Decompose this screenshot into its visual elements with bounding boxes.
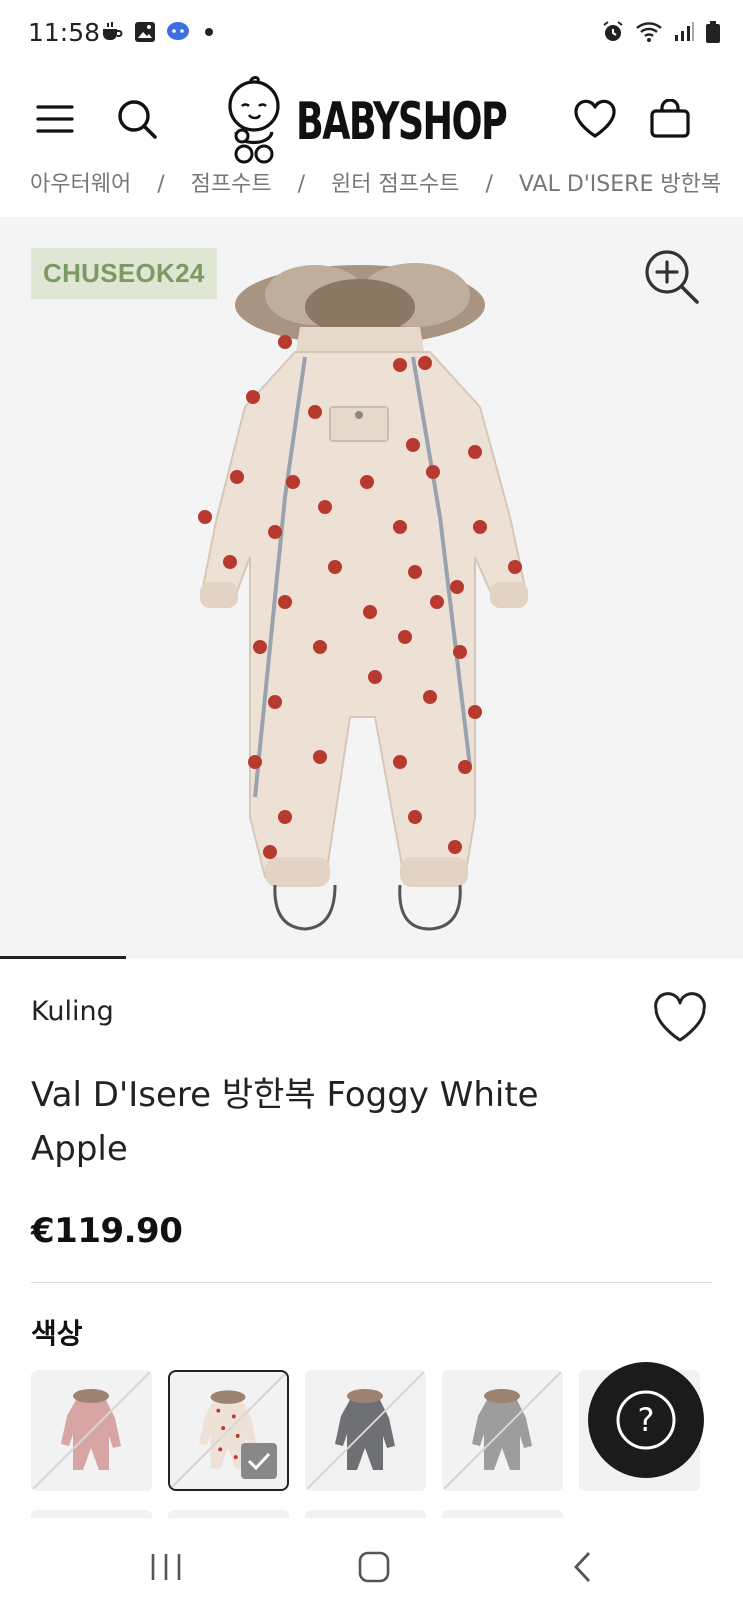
color-swatch[interactable]: [305, 1370, 426, 1491]
product-image[interactable]: [175, 257, 555, 947]
product-price: €119.90: [31, 1211, 183, 1251]
back-icon: [574, 1552, 591, 1582]
color-swatch[interactable]: [31, 1370, 152, 1491]
home-icon: [358, 1551, 390, 1583]
product-brand[interactable]: Kuling: [31, 996, 114, 1027]
selected-check-icon: [241, 1443, 277, 1479]
wishlist-button[interactable]: [570, 94, 620, 144]
babyshop-logo[interactable]: BABYSHOP: [222, 70, 565, 174]
color-swatch-selected[interactable]: [168, 1370, 289, 1491]
baby-mascot-icon: [228, 76, 280, 164]
zoom-button[interactable]: [642, 247, 702, 307]
breadcrumb-item[interactable]: 윈터 점프수트: [331, 172, 459, 198]
back-button[interactable]: [558, 1542, 608, 1592]
system-navigation-bar: [0, 1520, 743, 1610]
unavailable-slash-icon: [32, 1371, 151, 1490]
gallery-icon: [135, 22, 155, 42]
help-icon: ?: [616, 1390, 676, 1450]
color-swatch[interactable]: [442, 1510, 563, 1518]
breadcrumb-item[interactable]: 점프수트: [191, 172, 272, 198]
signal-icon: [675, 22, 694, 41]
status-time: 11:58: [28, 18, 101, 47]
product-gallery[interactable]: CHUSEOK24: [0, 217, 743, 959]
breadcrumb: 아우터웨어 / 점프수트 / 윈터 점프수트 / VAL D'ISERE 방한복: [0, 172, 743, 216]
color-swatch[interactable]: [442, 1370, 563, 1491]
unavailable-slash-icon: [306, 1371, 425, 1490]
status-bar: 11:58: [0, 0, 743, 70]
divider: [31, 1282, 712, 1283]
dot-icon: [205, 28, 213, 36]
status-icons-right: [601, 20, 721, 44]
add-to-wishlist-button[interactable]: [652, 992, 708, 1048]
recent-apps-icon: [151, 1554, 181, 1580]
alarm-icon: [603, 21, 623, 41]
gallery-progress-indicator: [0, 956, 126, 959]
search-button[interactable]: [112, 94, 162, 144]
wifi-icon: [636, 22, 662, 42]
color-swatch[interactable]: [305, 1510, 426, 1518]
color-swatches-row-2: [31, 1510, 563, 1518]
color-swatch[interactable]: [31, 1510, 152, 1518]
unavailable-slash-icon: [443, 1371, 562, 1490]
help-button-label: ?: [638, 1401, 655, 1439]
help-button[interactable]: ?: [588, 1362, 704, 1478]
cart-button[interactable]: [645, 94, 695, 144]
heart-icon: [574, 99, 616, 138]
heart-icon: [654, 992, 706, 1042]
bag-icon: [650, 99, 690, 138]
menu-icon: [36, 105, 74, 133]
messenger-icon: [167, 22, 189, 40]
home-button[interactable]: [349, 1542, 399, 1592]
color-section-label: 색상: [31, 1317, 83, 1350]
recent-apps-button[interactable]: [141, 1542, 191, 1592]
zoom-in-icon: [645, 250, 699, 304]
logo-text: BABYSHOP: [296, 92, 508, 152]
search-icon: [118, 100, 157, 139]
menu-button[interactable]: [30, 94, 80, 144]
coffee-icon: [103, 22, 123, 40]
breadcrumb-item[interactable]: 아우터웨어: [30, 172, 131, 198]
battery-icon: [706, 21, 720, 43]
color-swatch[interactable]: [168, 1510, 289, 1518]
breadcrumb-item-current: VAL D'ISERE 방한복: [518, 172, 722, 197]
site-header: BABYSHOP: [0, 70, 743, 174]
status-icons-left: [100, 20, 218, 44]
product-title: Val D'Isere 방한복 Foggy White Apple: [31, 1075, 539, 1169]
